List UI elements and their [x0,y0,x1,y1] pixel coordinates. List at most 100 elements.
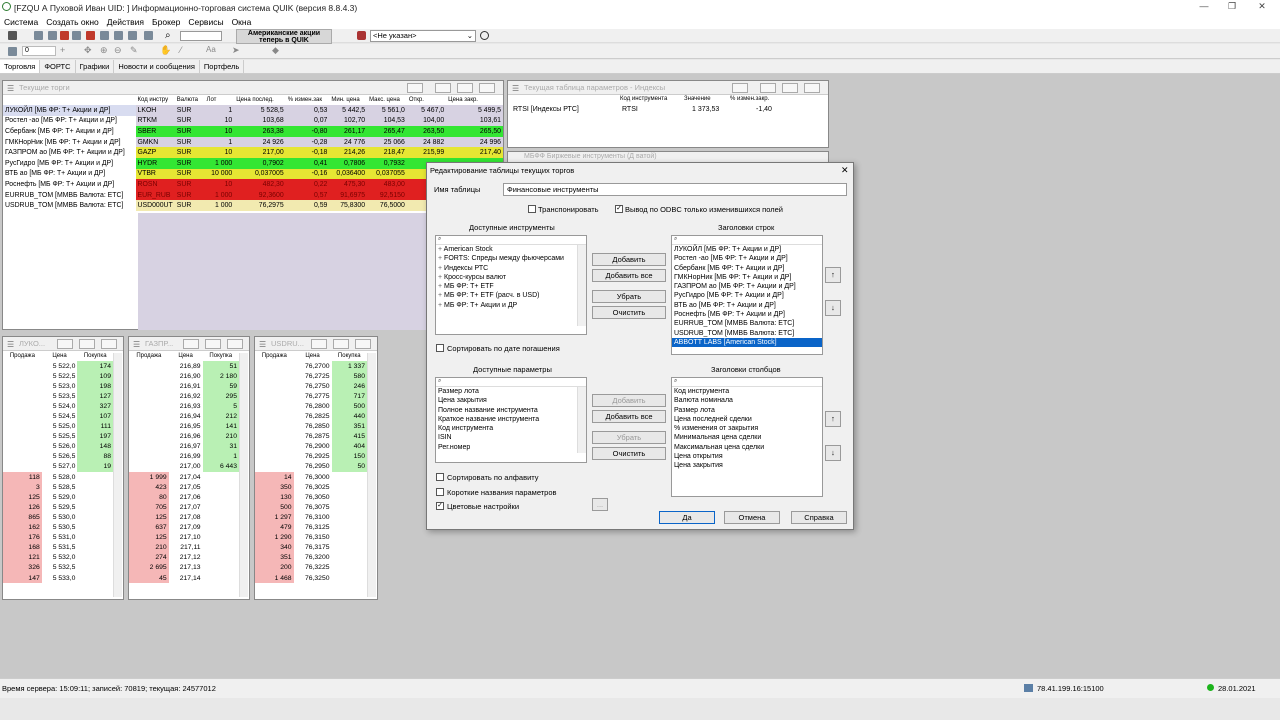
orderbook-row[interactable]: 1 290 76,3150 [255,532,367,543]
orderbook-row[interactable]: 479 76,3125 [255,522,367,533]
add-instrument-button[interactable]: Добавить [592,253,666,266]
available-instruments-list[interactable]: ⌕ + American Stock + FORTS: Спреды между … [435,235,587,335]
search-icon[interactable]: ⌕ [672,378,822,387]
stop-order-icon[interactable] [48,31,57,40]
menu-broker[interactable]: Брокер [152,17,180,27]
orderbook-row[interactable]: 216,92 295 [129,391,239,402]
orderbook-row[interactable]: 1 297 76,3100 [255,512,367,523]
list-item[interactable]: ABBOTT LABS [American Stock] [672,337,822,348]
search-icon[interactable]: ⌕ [672,236,822,245]
orderbook-row[interactable]: 168 5 531,5 [3,542,113,553]
list-item[interactable]: ГМКНорНик [МБ ФР: Т+ Акции и ДР] [672,273,822,282]
arrow-tool-icon[interactable]: ➤ [232,45,240,56]
tab-forts[interactable]: ФОРТС [40,60,76,73]
orderbook-row[interactable]: 340 76,3175 [255,542,367,553]
move-up-icon[interactable]: ↑ [825,267,841,283]
orderbook-row[interactable]: 3 5 528,5 [3,482,113,493]
orderbook-row[interactable]: 76,2700 1 337 [255,361,367,372]
menu-icon[interactable]: ☰ [7,340,14,349]
clear-instruments-button[interactable]: Очистить [592,306,666,319]
list-item[interactable]: Размер лота [672,406,822,415]
orderbook-row[interactable]: 216,94 212 [129,411,239,422]
list-item[interactable]: + МБ ФР: Т+ Акции и ДР [436,301,586,310]
orderbook-row[interactable]: 326 5 532,5 [3,562,113,573]
maximize-icon[interactable] [782,83,798,93]
list-item[interactable]: РусГидро [МБ ФР: Т+ Акции и ДР] [672,291,822,300]
minimize-icon[interactable] [183,339,199,349]
orderbook-row[interactable]: 14 76,3000 [255,472,367,483]
orderbook-row[interactable]: 216,96 210 [129,431,239,442]
menu-create-window[interactable]: Создать окно [46,17,99,27]
list-item[interactable]: % изменения от закрытия [672,424,822,433]
orderbook-row[interactable]: 125 217,10 [129,532,239,543]
close-icon[interactable]: ✕ [841,165,849,176]
orderbook-row[interactable]: 76,2850 351 [255,421,367,432]
move-down-icon[interactable]: ↓ [825,300,841,316]
cancel-orders-icon[interactable] [60,31,69,40]
table-row[interactable]: ЛУКОЙЛ [МБ ФР: Т+ Акции и ДР] LKOH SUR 1 5 5… [3,105,503,116]
orderbook-row[interactable]: 216,90 2 180 [129,371,239,382]
orderbook-row[interactable]: 126 5 529,5 [3,502,113,513]
search-icon[interactable]: ⌕ [436,378,586,387]
list-item[interactable]: Размер лота [436,387,586,396]
pencil-icon[interactable]: ✎ [130,45,138,56]
orderbook-row[interactable]: 118 5 528,0 [3,472,113,483]
orderbook-row[interactable]: 80 217,06 [129,492,239,503]
maximize-icon[interactable] [457,83,473,93]
orderbook-row[interactable]: 210 217,11 [129,542,239,553]
orderbook-row[interactable]: 176 5 531,0 [3,532,113,543]
column-header[interactable]: Макс. цена [367,95,407,105]
minimize-icon[interactable] [435,83,451,93]
list-item[interactable]: EURRUB_TOM [ММВБ Валюта: ETC] [672,319,822,328]
orderbook-row[interactable]: 5 526,5 88 [3,451,113,462]
orderbook-row[interactable]: 162 5 530,5 [3,522,113,533]
orderbook-row[interactable]: 5 522,0 174 [3,361,113,372]
list-item[interactable]: ГАЗПРОМ ао [МБ ФР: Т+ Акции и ДР] [672,282,822,291]
crosshair-icon[interactable]: + [60,45,65,55]
remove-param-button[interactable]: Убрать [592,431,666,444]
orderbook-row[interactable]: 1 468 76,3250 [255,572,367,584]
zoom-field[interactable]: 0 [22,46,56,56]
list-item[interactable]: Полное название инструмента [436,406,586,415]
edit-table-dialog[interactable]: Редактирование таблицы текущих торгов ✕ … [426,162,854,530]
orderbook-row[interactable]: 76,2875 415 [255,431,367,442]
orderbook-row[interactable]: 865 5 530,0 [3,512,113,523]
list-item[interactable]: Сбербанк [МБ ФР: Т+ Акции и ДР] [672,264,822,273]
tab-portfolio[interactable]: Портфель [200,60,245,73]
indices-window[interactable]: ☰ Текущая таблица параметров - Индексы К… [507,80,829,148]
scrollbar[interactable] [577,387,586,453]
orderbook-window-lkoh[interactable]: ☰ ЛУКО... Продажа Цена Покупка 5 522,0 174 5 52… [2,336,124,600]
list-item[interactable]: ISIN [436,433,586,442]
orderbook-row[interactable]: 2 695 217,13 [129,562,239,573]
pin-icon[interactable] [732,83,748,93]
column-header[interactable]: % измен.зак [286,95,330,105]
column-header[interactable]: Код инстру [136,95,175,105]
column-headers-list[interactable]: ⌕ Код инструмента Валюта номинала Размер л… [671,377,823,497]
pin-icon[interactable] [407,83,423,93]
orderbook-row[interactable]: 423 217,05 [129,482,239,493]
odbc-checkbox[interactable]: ✓ [615,205,623,213]
security-info-icon[interactable] [480,31,489,40]
orderbook-row[interactable]: 1 999 217,04 [129,472,239,483]
transpose-checkbox[interactable] [528,205,536,213]
menu-icon[interactable]: ☰ [259,340,266,349]
orderbook-row[interactable]: 637 217,09 [129,522,239,533]
sort-by-date-checkbox[interactable] [436,344,444,352]
list-item[interactable]: + FORTS: Спреды между фьючерсами [436,254,586,263]
orderbook-row[interactable]: 76,2725 580 [255,371,367,382]
minimize-icon[interactable] [57,339,73,349]
cancel-button[interactable]: Отмена [724,511,780,524]
messages-icon[interactable] [100,31,109,40]
list-item[interactable]: ВТБ ао [МБ ФР: Т+ Акции и ДР] [672,301,822,310]
ok-button[interactable]: Да [659,511,715,524]
orderbook-row[interactable]: 5 525,0 111 [3,421,113,432]
table-row[interactable]: ГАЗПРОМ ао [МБ ФР: Т+ Акции и ДР] GAZP SUR… [3,147,503,158]
list-item[interactable]: Код инструмента [436,424,586,433]
restore-icon[interactable]: ❐ [1224,1,1240,12]
move-icon[interactable]: ✥ [84,45,92,56]
column-header[interactable]: Откр. [407,95,446,105]
orderbook-row[interactable]: 45 217,14 [129,572,239,584]
orderbook-row[interactable]: 5 525,5 197 [3,431,113,442]
orderbook-row[interactable]: 350 76,3025 [255,482,367,493]
add-all-instruments-button[interactable]: Добавить все [592,269,666,282]
